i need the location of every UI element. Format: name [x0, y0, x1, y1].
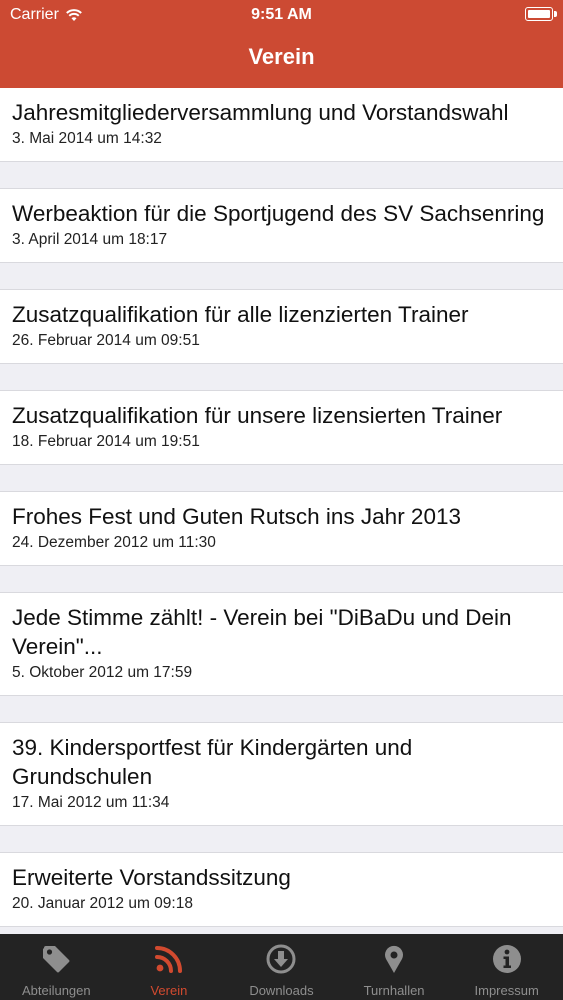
- news-item[interactable]: Werbeaktion für die Sportjugend des SV S…: [0, 189, 563, 263]
- tab-label: Impressum: [474, 983, 539, 998]
- tab-turnhallen[interactable]: Turnhallen: [338, 934, 451, 1000]
- navigation-header: Carrier 9:51 AM Verein: [0, 0, 563, 88]
- news-item[interactable]: Jede Stimme zählt! - Verein bei "DiBaDu …: [0, 593, 563, 696]
- section-separator: [0, 826, 563, 853]
- news-title: Jede Stimme zählt! - Verein bei "DiBaDu …: [12, 605, 512, 659]
- news-item[interactable]: Frohes Fest und Guten Rutsch ins Jahr 20…: [0, 492, 563, 566]
- tab-verein[interactable]: Verein: [113, 934, 226, 1000]
- news-title: Frohes Fest und Guten Rutsch ins Jahr 20…: [12, 504, 461, 529]
- clock: 9:51 AM: [251, 6, 312, 23]
- news-date: 5. Oktober 2012 um 17:59: [12, 664, 193, 681]
- news-item[interactable]: 39. Kindersportfest für Kindergärten und…: [0, 723, 563, 826]
- news-date: 18. Februar 2014 um 19:51: [12, 433, 200, 450]
- news-item[interactable]: Zusatzqualifikation für unsere lizensier…: [0, 391, 563, 465]
- battery-icon: [525, 7, 557, 21]
- news-title: Jahresmitgliederversammlung und Vorstand…: [12, 100, 509, 125]
- location-pin-icon: [385, 945, 404, 973]
- news-item[interactable]: Erweiterte Vorstandssitzung 20. Januar 2…: [0, 853, 563, 927]
- tag-icon: [43, 946, 70, 973]
- tab-bar: Abteilungen Verein Downloads Turnhallen …: [0, 934, 563, 1000]
- news-date: 3. Mai 2014 um 14:32: [12, 130, 162, 147]
- news-title: Werbeaktion für die Sportjugend des SV S…: [12, 201, 545, 226]
- news-title: Zusatzqualifikation für alle lizenzierte…: [12, 302, 469, 327]
- news-date: 17. Mai 2012 um 11:34: [12, 794, 170, 811]
- section-separator: [0, 364, 563, 391]
- news-list[interactable]: Jahresmitgliederversammlung und Vorstand…: [0, 88, 563, 934]
- news-title: Erweiterte Vorstandssitzung: [12, 865, 291, 890]
- download-icon: [266, 944, 296, 974]
- rss-icon: [154, 946, 182, 973]
- status-bar: Carrier 9:51 AM: [0, 0, 563, 30]
- tab-label: Abteilungen: [21, 983, 91, 998]
- news-date: 20. Januar 2012 um 09:18: [12, 895, 193, 912]
- page-title: Verein: [248, 44, 315, 69]
- news-date: 3. April 2014 um 18:17: [12, 231, 168, 248]
- news-item[interactable]: Zusatzqualifikation für alle lizenzierte…: [0, 290, 563, 364]
- tab-label: Downloads: [249, 983, 314, 998]
- section-separator: [0, 263, 563, 290]
- tab-label: Verein: [150, 983, 188, 998]
- news-title: 39. Kindersportfest für Kindergärten und…: [12, 735, 413, 789]
- news-item[interactable]: Jahresmitgliederversammlung und Vorstand…: [0, 88, 563, 162]
- section-separator: [0, 465, 563, 492]
- tab-impressum[interactable]: Impressum: [450, 934, 563, 1000]
- info-icon: [492, 945, 521, 973]
- section-separator: [0, 162, 563, 189]
- tab-label: Turnhallen: [363, 983, 425, 998]
- tab-downloads[interactable]: Downloads: [225, 934, 338, 1000]
- news-title: Zusatzqualifikation für unsere lizensier…: [12, 403, 503, 428]
- news-date: 26. Februar 2014 um 09:51: [12, 332, 200, 349]
- news-date: 24. Dezember 2012 um 11:30: [12, 534, 216, 551]
- tab-abteilungen[interactable]: Abteilungen: [0, 934, 113, 1000]
- section-separator: [0, 566, 563, 593]
- section-separator: [0, 696, 563, 723]
